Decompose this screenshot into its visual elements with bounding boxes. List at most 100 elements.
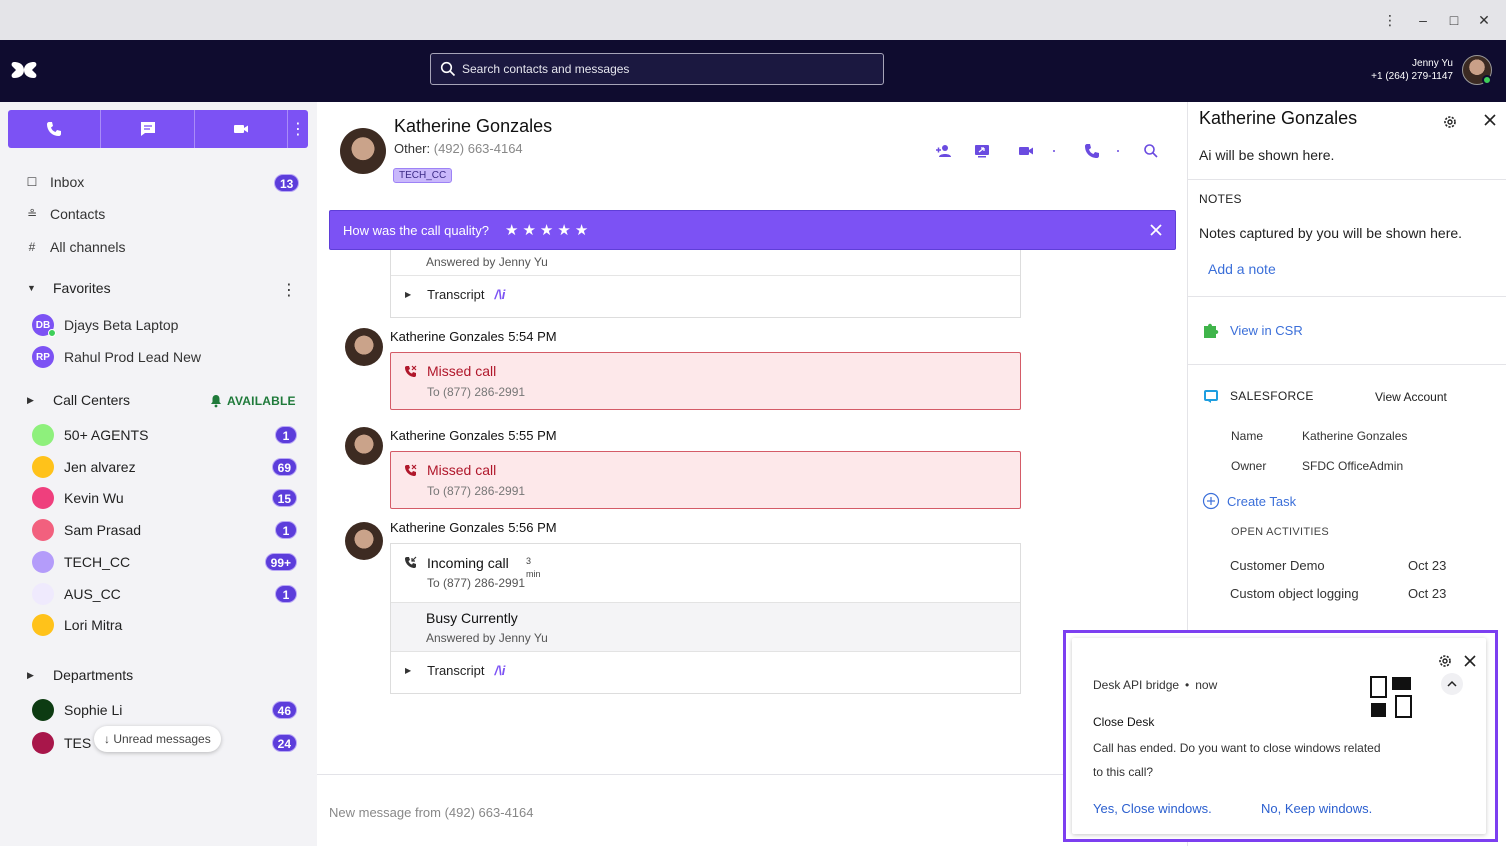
close-icon[interactable]: [1482, 112, 1498, 128]
unread-messages-button[interactable]: ↓ Unread messages: [94, 726, 221, 752]
video-options-dot[interactable]: [1053, 150, 1055, 152]
search-conversation-icon[interactable]: [1142, 142, 1160, 160]
avatar: [32, 424, 54, 446]
close-icon[interactable]: [1462, 653, 1478, 669]
call-options-dot[interactable]: [1117, 150, 1119, 152]
favorites-more-icon[interactable]: ⋮: [281, 280, 297, 300]
favorite-label: Djays Beta Laptop: [64, 317, 179, 333]
gear-icon[interactable]: [1442, 114, 1458, 130]
list-item-label: TES: [64, 735, 92, 751]
message-icon: [140, 122, 155, 136]
count-badge: 1: [275, 426, 297, 444]
message-time: 5:54 PM: [508, 329, 557, 344]
call-duration-unit: min: [526, 569, 541, 579]
sidebar-item-label: All channels: [50, 239, 126, 255]
field-key: Name: [1231, 429, 1264, 443]
tab-video[interactable]: [195, 110, 288, 148]
video-call-icon[interactable]: [1017, 142, 1035, 160]
star-icon[interactable]: ★: [505, 221, 518, 239]
inbox-icon: ☐: [26, 175, 38, 189]
list-item-label: AUS_CC: [64, 585, 121, 602]
call-status-section: Busy Currently Answered by Jenny Yu: [391, 602, 1020, 652]
list-item[interactable]: TECH_CC: [32, 550, 130, 574]
avatar: [32, 487, 54, 510]
list-item[interactable]: Sophie Li: [32, 698, 122, 722]
count-badge: 69: [271, 457, 297, 476]
add-note-link[interactable]: Add a note: [1208, 261, 1276, 277]
missed-call-card[interactable]: Missed call To (877) 286-2991: [390, 451, 1021, 509]
gear-icon[interactable]: [1437, 653, 1453, 669]
collapse-button[interactable]: [1441, 673, 1463, 695]
sender-name: Katherine Gonzales: [390, 428, 505, 443]
more-vertical-icon[interactable]: ⋮: [288, 110, 308, 148]
list-item[interactable]: Jen alvarez: [32, 455, 136, 479]
departments-header[interactable]: ▶ Departments: [27, 664, 133, 686]
yes-close-windows-button[interactable]: Yes, Close windows.: [1093, 801, 1212, 816]
missed-call-number: To (877) 286-2991: [427, 385, 526, 399]
search-icon: [440, 61, 456, 77]
create-task-button[interactable]: Create Task: [1202, 492, 1296, 510]
channel-tabbar: ⋮: [8, 110, 308, 148]
view-in-csr-link[interactable]: View in CSR: [1201, 320, 1303, 340]
divider: [1188, 364, 1506, 365]
transcript-toggle[interactable]: ▶ Transcript /\i: [405, 663, 505, 678]
phone-call-icon[interactable]: [1083, 142, 1101, 160]
favorite-item[interactable]: DB Djays Beta Laptop: [32, 313, 178, 337]
bell-icon: [211, 395, 221, 408]
list-item[interactable]: Lori Mitra: [32, 613, 122, 637]
activity-name[interactable]: Customer Demo: [1230, 558, 1325, 573]
missed-call-icon: [405, 464, 417, 476]
avatar: [32, 550, 54, 573]
list-item[interactable]: 50+ AGENTS: [32, 423, 148, 447]
sender-avatar: [345, 427, 383, 465]
avatar: [32, 699, 54, 721]
maximize-button[interactable]: □: [1444, 10, 1464, 30]
online-status-icon: [1482, 75, 1492, 85]
search-input[interactable]: [462, 54, 872, 84]
more-vertical-icon[interactable]: ⋮: [1380, 10, 1400, 30]
sidebar-item-inbox[interactable]: ☐ Inbox: [24, 170, 85, 194]
list-item[interactable]: Sam Prasad: [32, 518, 141, 542]
divider: [1188, 179, 1506, 180]
sender-name: Katherine Gonzales: [390, 520, 505, 535]
favorites-header[interactable]: ▼ Favorites: [27, 277, 111, 299]
list-item-label: 50+ AGENTS: [64, 427, 149, 443]
star-icon[interactable]: ★: [540, 221, 553, 239]
conversation-panel: Katherine Gonzales Other: (492) 663-4164…: [317, 102, 1187, 846]
view-account-link[interactable]: View Account: [1375, 390, 1447, 404]
star-icon[interactable]: ★: [575, 221, 588, 239]
contact-tag[interactable]: TECH_CC: [393, 168, 453, 183]
missed-call-card[interactable]: Missed call To (877) 286-2991: [390, 352, 1021, 410]
sidebar-item-label: Inbox: [50, 174, 85, 190]
search-box[interactable]: [430, 53, 884, 85]
close-icon[interactable]: [1147, 221, 1165, 239]
chevron-up-icon: [1447, 680, 1457, 687]
call-centers-header[interactable]: ▶ Call Centers: [27, 389, 130, 411]
list-item[interactable]: TES: [32, 731, 91, 755]
add-contact-icon[interactable]: [935, 142, 953, 160]
star-icon[interactable]: ★: [557, 221, 570, 239]
sidebar-item-contacts[interactable]: ≗ Contacts: [24, 202, 105, 226]
availability-status[interactable]: AVAILABLE: [209, 394, 296, 408]
salesforce-icon: [1204, 390, 1218, 403]
star-icon[interactable]: ★: [522, 221, 535, 239]
contact-phone: Other: (492) 663-4164: [394, 141, 523, 156]
incoming-call-card[interactable]: Incoming call 3 min To (877) 286-2991 Bu…: [390, 543, 1021, 694]
list-item[interactable]: Kevin Wu: [32, 486, 124, 510]
screen-share-icon[interactable]: [973, 142, 991, 160]
favorite-item[interactable]: RP Rahul Prod Lead New: [32, 345, 201, 369]
tab-messages[interactable]: [101, 110, 195, 148]
transcript-toggle[interactable]: ▶ Transcript /\i: [405, 287, 505, 302]
minimize-button[interactable]: –: [1413, 10, 1433, 30]
avatar: [32, 614, 54, 637]
notification-body: Call has ended. Do you want to close win…: [1093, 741, 1381, 779]
list-item[interactable]: AUS_CC: [32, 582, 121, 606]
activity-name[interactable]: Custom object logging: [1230, 586, 1359, 601]
new-message-input[interactable]: [329, 801, 1029, 823]
list-item-label: Sophie Li: [64, 702, 123, 718]
no-keep-windows-button[interactable]: No, Keep windows.: [1261, 801, 1372, 816]
close-window-button[interactable]: ✕: [1474, 10, 1494, 30]
sidebar-item-all-channels[interactable]: # All channels: [24, 235, 126, 259]
call-quality-question: How was the call quality?: [343, 223, 489, 238]
tab-calls[interactable]: [8, 110, 101, 148]
